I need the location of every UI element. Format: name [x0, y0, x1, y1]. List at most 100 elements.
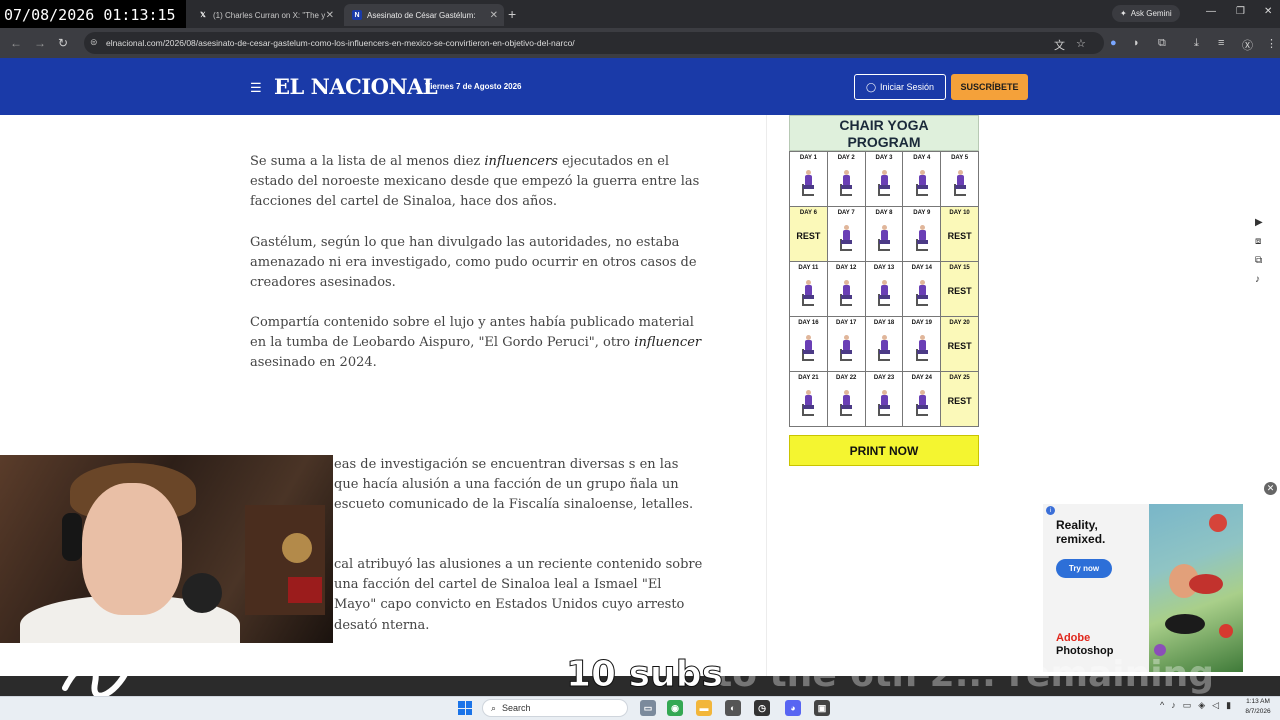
yoga-pose-figure [839, 280, 853, 306]
taskbar-search[interactable]: ⌕ Search [482, 699, 628, 717]
yoga-pose-figure [839, 170, 853, 196]
new-tab-icon[interactable]: + [508, 6, 516, 22]
back-icon[interactable]: ← [10, 36, 22, 50]
legs-shape [878, 405, 890, 409]
close-tab-icon[interactable]: ✕ [326, 10, 334, 21]
close-ad-icon[interactable]: ✕ [1264, 482, 1277, 495]
download-icon[interactable]: ⤓ [1194, 37, 1199, 50]
gemini-sparkle-icon: ✦ [1120, 9, 1127, 18]
tab-label: (1) Charles Curran on X: "The y [213, 10, 326, 20]
bookmark-icon[interactable]: ⧈ [1255, 236, 1261, 247]
legs-shape [841, 185, 853, 189]
ask-gemini-button[interactable]: ✦ Ask Gemini [1112, 5, 1180, 22]
audio-extension-icon[interactable]: ◗ [1133, 37, 1140, 49]
extension-icon[interactable]: ● [1110, 37, 1117, 49]
reload-icon[interactable]: ↻ [58, 36, 68, 50]
browser-tab-bar: 𝕏 (1) Charles Curran on X: "The y ✕ N As… [0, 0, 1280, 28]
article-paragraph: Se suma a la lista de al menos diez infl… [250, 152, 710, 213]
rest-label: REST [947, 396, 972, 406]
headset-icon [62, 513, 82, 561]
shoe-shape [1165, 614, 1205, 634]
exercise-day-cell: DAY 21 [790, 372, 828, 427]
red-box-decor [288, 577, 322, 603]
battery-icon[interactable]: ▭ [1183, 700, 1192, 711]
legs-shape [878, 350, 890, 354]
task-view-icon[interactable]: ▭ [640, 700, 656, 716]
yoga-pose-figure [801, 390, 815, 416]
subscribe-button[interactable]: SUSCRÍBETE [951, 74, 1028, 100]
legs-shape [916, 295, 928, 299]
windows-start-icon[interactable] [458, 701, 472, 715]
rest-day-cell: DAY 25 REST [941, 372, 979, 427]
rest-label: REST [947, 231, 972, 241]
exercise-day-cell: DAY 12 [827, 262, 866, 317]
paragraph-emphasis: influencers [484, 154, 558, 169]
discord-icon[interactable]: ◕ [785, 700, 801, 716]
flower-shape [1189, 574, 1223, 594]
day-label: DAY 18 [873, 320, 895, 326]
yoga-pose-figure [801, 170, 815, 196]
obs-icon[interactable]: ◐ [725, 700, 741, 716]
chair-yoga-ad[interactable]: CHAIR YOGA PROGRAM DAY 1 DAY 2 DAY 3 DAY 4D… [789, 115, 979, 466]
legs-shape [841, 405, 853, 409]
day-label: DAY 15 [949, 265, 970, 271]
media-control-icon[interactable]: ≡ [1218, 37, 1224, 49]
microphone-tray-icon[interactable]: ♪ [1171, 700, 1176, 711]
play-icon[interactable]: ▶ [1255, 217, 1263, 228]
ad-title-line: PROGRAM [847, 134, 921, 150]
legs-shape [878, 295, 890, 299]
day-label: DAY 9 [913, 210, 931, 216]
login-button[interactable]: ◯ Iniciar Sesión [854, 74, 946, 100]
close-window-icon[interactable]: ✕ [1264, 6, 1272, 17]
day-label: DAY 10 [949, 210, 970, 216]
ad-info-icon[interactable]: i [1046, 506, 1055, 515]
maximize-icon[interactable]: ❐ [1236, 6, 1245, 17]
chrome-icon[interactable]: ◉ [667, 700, 683, 716]
profile-avatar-icon[interactable]: Ⓧ [1242, 37, 1253, 53]
tab-charles-curran[interactable]: 𝕏 (1) Charles Curran on X: "The y ✕ [190, 4, 340, 26]
chat-icon[interactable]: ⧉ [1255, 255, 1262, 266]
clock-app-icon[interactable]: ◷ [754, 700, 770, 716]
legs-shape [803, 295, 815, 299]
day-label: DAY 13 [873, 265, 895, 271]
minimize-icon[interactable]: — [1206, 6, 1216, 17]
print-now-button[interactable]: PRINT NOW [789, 435, 979, 466]
menu-kebab-icon[interactable]: ⋮ [1266, 37, 1277, 50]
battery-level-icon[interactable]: ▮ [1226, 700, 1231, 711]
day-label: DAY 21 [798, 375, 819, 381]
el-nacional-favicon-icon: N [352, 10, 362, 20]
legs-shape [916, 185, 928, 189]
chevron-up-icon[interactable]: ^ [1160, 700, 1164, 711]
rest-label: REST [947, 286, 972, 296]
app-icon[interactable]: ▣ [814, 700, 830, 716]
hamburger-menu-icon[interactable]: ☰ [250, 80, 262, 96]
day-label: DAY 6 [799, 210, 817, 216]
try-now-button[interactable]: Try now [1056, 559, 1112, 578]
translate-icon[interactable]: 文 [1054, 37, 1065, 53]
exercise-day-cell: DAY 8 [865, 207, 904, 262]
microphone-icon[interactable]: ♪ [1255, 274, 1260, 285]
yoga-pose-figure [915, 335, 929, 361]
exercise-day-cell: DAY 4 [903, 152, 942, 207]
bookmark-star-icon[interactable]: ☆ [1076, 37, 1086, 50]
volume-icon[interactable]: ◁ [1212, 700, 1219, 711]
network-icon[interactable]: ◈ [1198, 700, 1205, 711]
search-icon: ⌕ [491, 702, 497, 713]
site-info-icon[interactable]: ⊜ [90, 37, 100, 47]
tab-asesinato-article[interactable]: N Asesinato de César Gastélum: ✕ [344, 4, 504, 26]
user-icon: ◯ [865, 81, 877, 92]
ad-headline: Reality, remixed. [1056, 518, 1106, 546]
rest-label: REST [947, 341, 972, 351]
yoga-pose-figure [877, 225, 891, 251]
address-bar[interactable]: elnacional.com/2026/08/asesinato-de-cesa… [84, 32, 1104, 54]
photoshop-ad[interactable]: i Reality, remixed. Try now Adobe Photos… [1043, 504, 1243, 672]
close-tab-icon[interactable]: ✕ [490, 10, 498, 21]
system-tray: ^ ♪ ▭ ◈ ◁ ▮ [1160, 700, 1231, 711]
forward-icon[interactable]: → [34, 36, 46, 50]
site-logo[interactable]: EL NACIONAL [274, 74, 438, 99]
extensions-puzzle-icon[interactable]: ⧉ [1158, 37, 1166, 50]
flower-shape [1209, 514, 1227, 532]
file-explorer-icon[interactable]: ▬ [696, 700, 712, 716]
day-label: DAY 22 [836, 375, 857, 381]
taskbar-clock[interactable]: 1:13 AM 8/7/2026 [1238, 697, 1278, 717]
